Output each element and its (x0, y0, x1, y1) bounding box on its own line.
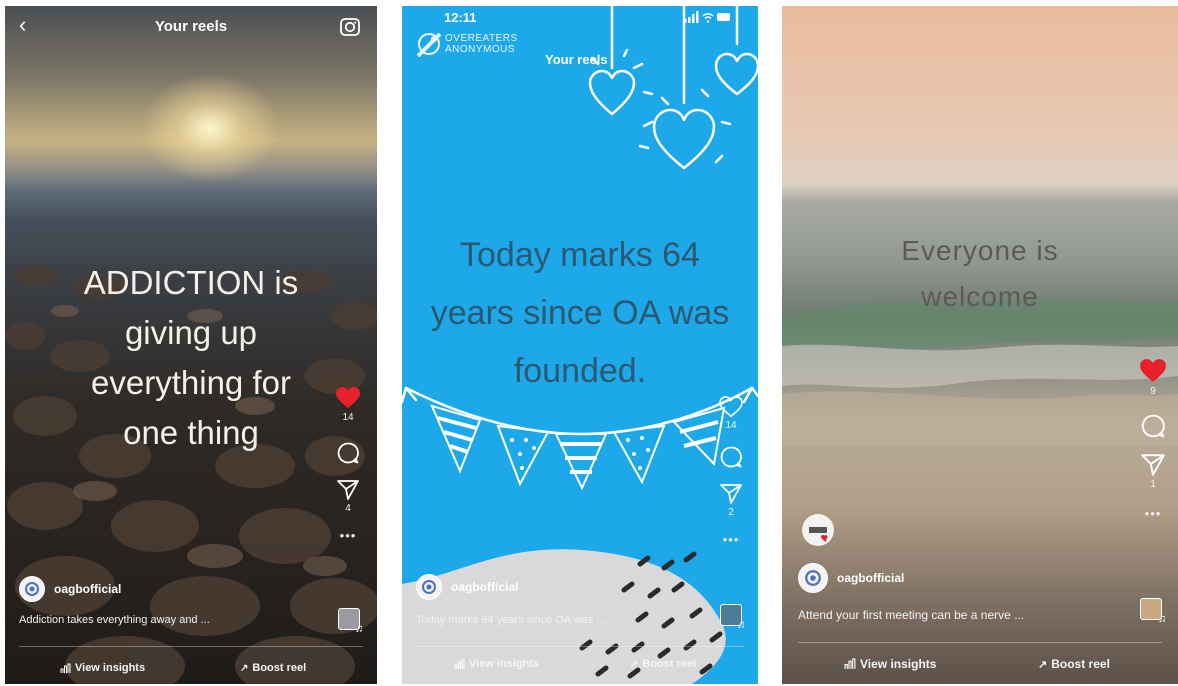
more-icon[interactable]: ••• (716, 532, 746, 547)
divider (19, 646, 363, 647)
profile-row[interactable]: oagbofficial (416, 574, 518, 600)
status-time: 12:11 (444, 10, 477, 25)
overeaters-anonymous-logo: OVEREATERS ANONYMOUS (416, 30, 518, 58)
insights-icon (60, 663, 71, 673)
comment-icon[interactable] (719, 445, 743, 469)
heart-icon[interactable] (1139, 358, 1167, 384)
reel-panel-3: Everyone is welcome 9 1 ••• ♫ oagboffici… (782, 6, 1178, 684)
view-insights-button[interactable]: View insights (60, 662, 145, 674)
send-icon[interactable] (1140, 453, 1166, 477)
profile-row[interactable]: oagbofficial (798, 563, 904, 593)
view-insights-button[interactable]: View insights (844, 657, 936, 671)
heart-icon[interactable] (335, 386, 361, 410)
boost-reel-label: Boost reel (1051, 657, 1110, 671)
share-count: 2 (728, 507, 734, 518)
username[interactable]: oagbofficial (837, 571, 904, 585)
send-icon[interactable] (719, 483, 743, 505)
logo-line-1: OVEREATERS (445, 33, 518, 44)
reel-caption[interactable]: Attend your first meeting can be a nerve… (798, 608, 1024, 622)
music-note-icon: ♫ (737, 619, 746, 631)
view-insights-label: View insights (469, 658, 540, 670)
oa-sticker-icon (809, 527, 828, 542)
more-icon[interactable]: ••• (1138, 506, 1168, 521)
bunting-illustration (402, 386, 758, 491)
reel-caption[interactable]: Addiction takes everything away and ... (19, 614, 210, 626)
action-column: 14 4 ••• (333, 386, 363, 543)
boost-reel-label: Boost reel (642, 658, 697, 670)
share-count: 1 (1150, 479, 1156, 490)
like-count: 14 (342, 412, 354, 423)
action-column: 9 1 ••• (1138, 358, 1168, 521)
boost-icon: ↗ (240, 662, 249, 674)
avatar[interactable] (798, 563, 828, 593)
reel-caption[interactable]: Today marks 64 years since OA was ... (416, 614, 606, 626)
view-insights-label: View insights (860, 657, 937, 671)
page-title: Your reels (154, 18, 228, 35)
comment-icon[interactable] (1140, 413, 1166, 439)
divider (416, 646, 744, 647)
music-note-icon: ♫ (355, 623, 364, 635)
username[interactable]: oagbofficial (54, 582, 121, 596)
reel-overlay-text: ADDICTION is giving up everything for on… (83, 264, 299, 451)
more-icon[interactable]: ••• (333, 528, 363, 543)
boost-icon: ↗ (630, 658, 639, 670)
divider (798, 642, 1162, 643)
boost-icon: ↗ (1038, 658, 1048, 671)
share-count: 4 (345, 503, 351, 514)
view-insights-label: View insights (75, 662, 146, 674)
username[interactable]: oagbofficial (451, 580, 518, 594)
reel-panel-2: 12:11 OVEREATERS ANONYMOUS Your reels To… (402, 6, 758, 684)
boost-reel-button[interactable]: ↗ Boost reel (1038, 657, 1110, 671)
boost-reel-button[interactable]: ↗ Boost reel (630, 658, 696, 670)
comment-icon[interactable] (336, 441, 360, 465)
insights-icon (844, 658, 856, 669)
boost-reel-button[interactable]: ↗ Boost reel (240, 662, 306, 674)
reel-panel-1: ‹ Your reels ADDICTION is giving up ever… (5, 6, 377, 684)
oa-avatar-icon (422, 580, 436, 594)
reel-overlay-text: Everyone is welcome (901, 235, 1059, 312)
like-count: 14 (725, 420, 737, 431)
music-note-icon: ♫ (1158, 613, 1167, 625)
profile-row[interactable]: oagbofficial (19, 576, 121, 602)
logo-line-2: ANONYMOUS (445, 44, 516, 55)
heart-icon[interactable] (719, 396, 743, 418)
action-column: 14 2 ••• (716, 396, 746, 547)
camera-icon[interactable] (339, 16, 361, 38)
avatar[interactable] (19, 576, 45, 602)
oa-logo-icon (416, 32, 442, 58)
reel-overlay-text: Today marks 64 years since OA was founde… (430, 236, 730, 390)
view-insights-button[interactable]: View insights (454, 658, 539, 670)
like-count: 9 (1150, 386, 1156, 397)
oa-avatar-icon (25, 582, 39, 596)
hanging-hearts-illustration (588, 6, 758, 170)
boost-reel-label: Boost reel (252, 662, 307, 674)
oa-avatar-icon (805, 570, 821, 586)
avatar[interactable] (416, 574, 442, 600)
insights-icon (454, 659, 465, 669)
sticker-avatar[interactable] (802, 514, 834, 546)
send-icon[interactable] (336, 479, 360, 501)
